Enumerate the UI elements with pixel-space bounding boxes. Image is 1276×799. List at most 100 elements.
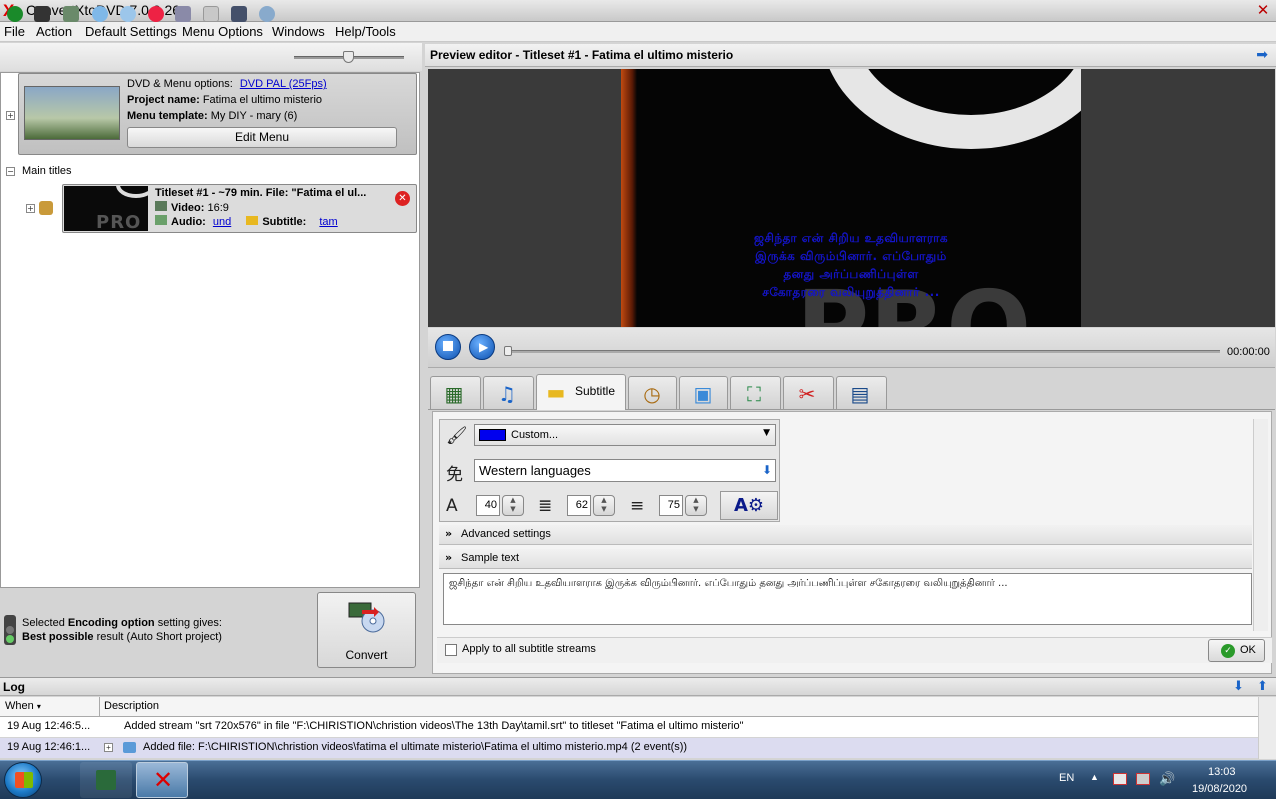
audio-note-icon [155, 215, 167, 225]
player-controls [428, 328, 1275, 368]
tools-icon[interactable] [175, 6, 191, 22]
apply-all-label[interactable]: Apply to all subtitle streams [462, 643, 596, 655]
remove-icon[interactable] [148, 6, 164, 22]
move-up-icon[interactable] [120, 6, 136, 22]
zoom-slider-thumb[interactable] [343, 51, 354, 63]
tab-merge[interactable]: ▤ [836, 376, 887, 409]
ok-button[interactable]: ✓ OK [1208, 639, 1265, 662]
vertical-position-value[interactable]: 62 [567, 495, 591, 516]
status-text-d: Best possible [22, 631, 94, 643]
tab-subtitle[interactable]: ▬ Subtitle [536, 374, 626, 410]
close-window-button[interactable]: ✕ [1254, 2, 1272, 18]
sample-text-box[interactable]: ஜசிந்தா என் சிறிய உதவியாளராக இருக்க விரு… [443, 573, 1252, 625]
subtitle-color-dropdown[interactable]: Custom... ▼ [474, 424, 776, 446]
font-size-value[interactable]: 40 [476, 495, 500, 516]
line-spacing-value[interactable]: 75 [659, 495, 683, 516]
remove-titleset-icon[interactable]: ✕ [395, 191, 410, 206]
vertical-position-up-down[interactable]: ▲ ▼ [593, 495, 615, 516]
tab-video[interactable]: ▦ [430, 376, 481, 409]
color-swatch [479, 429, 506, 441]
stop-button[interactable] [435, 334, 461, 360]
tree-expand-dvd[interactable]: + [6, 111, 15, 120]
audio-label: Audio: [171, 216, 206, 228]
dvd-options-label: DVD & Menu options: [127, 78, 233, 90]
arrow-up-icon[interactable]: ⬆ [1257, 679, 1268, 694]
taskbar-app-1[interactable] [80, 762, 132, 798]
clock-time[interactable]: 13:03 [1208, 766, 1236, 778]
log-title: Log [3, 680, 25, 694]
log-row[interactable]: 19 Aug 12:46:5... Added stream "srt 720x… [0, 717, 1258, 737]
log-col-when-label: When [5, 700, 34, 712]
convertxtodvd-icon: ✕ [153, 766, 174, 794]
font-size-up-down[interactable]: ▲ ▼ [502, 495, 524, 516]
seek-bar[interactable] [505, 350, 1220, 353]
titleset-heading: Titleset #1 - ~79 min. File: "Fatima el … [155, 187, 367, 199]
subtitle-panel-scrollbar[interactable] [1253, 419, 1268, 631]
merge-icon[interactable] [63, 6, 79, 22]
arrow-down-icon[interactable]: ⬇ [1233, 679, 1244, 694]
font-settings-gear-icon[interactable]: A⚙ [720, 491, 778, 520]
log-expand-icon[interactable]: + [104, 743, 113, 752]
menu-file[interactable]: File [4, 24, 25, 39]
tab-resize[interactable]: ⛶ [730, 376, 781, 409]
play-button[interactable]: ▶ [469, 334, 495, 360]
tab-cut[interactable]: ✂ [783, 376, 834, 409]
line-spacing-up-down[interactable]: ▲ ▼ [685, 495, 707, 516]
subtitle-overlay-line-4: சகோதரரை வலியுறுத்தினார் ... [762, 285, 940, 299]
network-icon[interactable] [1136, 773, 1150, 785]
monitor-icon[interactable] [231, 6, 247, 22]
arrow-right-icon[interactable]: ➡ [1256, 47, 1268, 63]
video-value: 16:9 [207, 202, 229, 214]
save-icon[interactable] [34, 6, 50, 22]
titleset-thumbnail: PRO [64, 186, 148, 231]
menu-menu-options[interactable]: Menu Options [182, 24, 263, 39]
sample-text-header[interactable]: » Sample text [439, 549, 1252, 569]
log-col-when[interactable]: When ▾ [5, 700, 41, 712]
convert-button[interactable]: Convert [317, 592, 416, 668]
seek-thumb[interactable] [504, 346, 512, 356]
menu-template-value: My DIY - mary (6) [210, 110, 298, 122]
move-down-icon[interactable] [92, 6, 108, 22]
font-size-icon: A [446, 496, 458, 516]
action-center-icon[interactable] [1113, 773, 1127, 785]
preview-title: Preview editor - Titleset #1 - Fatima el… [430, 48, 734, 62]
log-when: 19 Aug 12:46:5... [7, 720, 91, 732]
edit-menu-button[interactable]: Edit Menu [127, 127, 397, 148]
menu-help-tools[interactable]: Help/Tools [335, 24, 396, 39]
burn-disc-icon[interactable] [259, 6, 275, 22]
tray-expand-icon[interactable]: ▲ [1090, 772, 1099, 782]
tab-audio[interactable]: ♫ [483, 376, 534, 409]
add-file-icon[interactable] [7, 6, 23, 22]
start-button[interactable] [4, 762, 42, 798]
apply-all-checkbox[interactable] [445, 644, 457, 656]
convert-label: Convert [345, 648, 388, 662]
tree-expand-titleset[interactable]: + [26, 204, 35, 213]
subtitle-link[interactable]: tam [319, 216, 337, 228]
advanced-settings-header[interactable]: » Advanced settings [439, 525, 1252, 545]
menu-action[interactable]: Action [36, 24, 72, 39]
chevron-right-icon: » [445, 527, 453, 540]
main-titles-node[interactable]: Main titles [22, 165, 72, 177]
menu-default-settings[interactable]: Default Settings [85, 24, 177, 39]
tab-chapters[interactable]: ◷ [628, 376, 677, 409]
font-color-icon: 🖌 [446, 426, 468, 446]
log-row[interactable]: 19 Aug 12:46:1... + Added file: F:\CHIRI… [0, 738, 1258, 758]
clock-date[interactable]: 19/08/2020 [1192, 783, 1247, 795]
taskbar-convertxtodvd[interactable]: ✕ [136, 762, 188, 798]
audio-link[interactable]: und [213, 216, 231, 228]
title-bar: X ConvertXtoDVD 7.0.0.26 ✕ [0, 0, 1276, 22]
menu-windows[interactable]: Windows [272, 24, 325, 39]
vertical-position-icon: ≣ [538, 496, 553, 516]
volume-icon[interactable]: 🔊 [1159, 771, 1175, 787]
dvd-options-link[interactable]: DVD PAL (25Fps) [240, 78, 327, 90]
playback-time: 00:00:00 [1227, 346, 1270, 358]
menu-template-label: Menu template: [127, 110, 208, 122]
charset-dropdown[interactable]: Western languages ⬇ [474, 459, 776, 482]
tab-picture[interactable]: ▣ [679, 376, 728, 409]
grid-icon[interactable] [203, 6, 219, 22]
log-scrollbar[interactable] [1258, 697, 1276, 759]
tree-collapse-main-titles[interactable]: − [6, 167, 15, 176]
log-col-description[interactable]: Description [104, 700, 159, 712]
language-indicator[interactable]: EN [1059, 772, 1074, 784]
image-edit-icon: ▣ [693, 382, 713, 406]
